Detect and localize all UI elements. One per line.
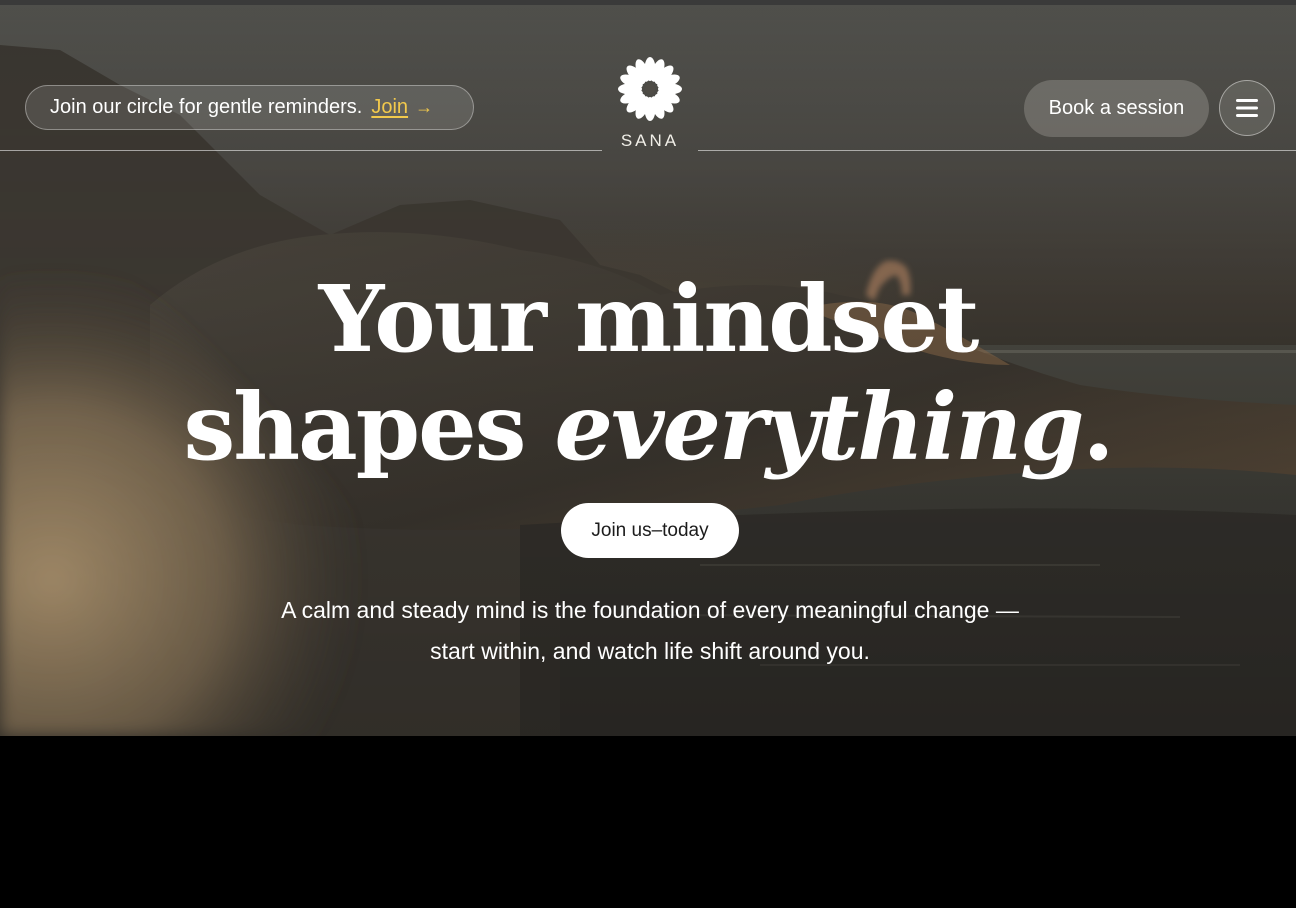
hero-section: Join our circle for gentle reminders. Jo… <box>0 5 1296 736</box>
arrow-right-icon[interactable]: → <box>415 97 433 118</box>
flower-logo-icon <box>618 57 682 121</box>
headline-line-2-italic: everything <box>554 373 1084 481</box>
hero-subtext: A calm and steady mind is the foundation… <box>281 597 1019 664</box>
page: Join our circle for gentle reminders. Jo… <box>0 0 1296 908</box>
newsletter-join-link[interactable]: Join <box>371 96 408 119</box>
logo-wordmark: SANA <box>620 131 680 150</box>
headline-line-1: Your mindset <box>318 265 980 373</box>
book-session-button[interactable]: Book a session <box>1024 80 1209 137</box>
headline-line-2-plain: shapes <box>183 373 555 481</box>
sana-logo[interactable]: SANA <box>610 55 690 151</box>
newsletter-text: Join our circle for gentle reminders. <box>50 96 363 118</box>
header-divider-left <box>0 150 602 151</box>
hamburger-menu-icon <box>1236 99 1258 117</box>
newsletter-banner: Join our circle for gentle reminders. Jo… <box>25 85 474 130</box>
header-divider-right <box>698 150 1296 151</box>
hero-headline: Your mindset shapes everything. <box>0 265 1296 481</box>
menu-button[interactable] <box>1219 80 1275 136</box>
headline-line-2-end: . <box>1082 373 1114 481</box>
join-us-today-button[interactable]: Join us–today <box>561 503 739 558</box>
